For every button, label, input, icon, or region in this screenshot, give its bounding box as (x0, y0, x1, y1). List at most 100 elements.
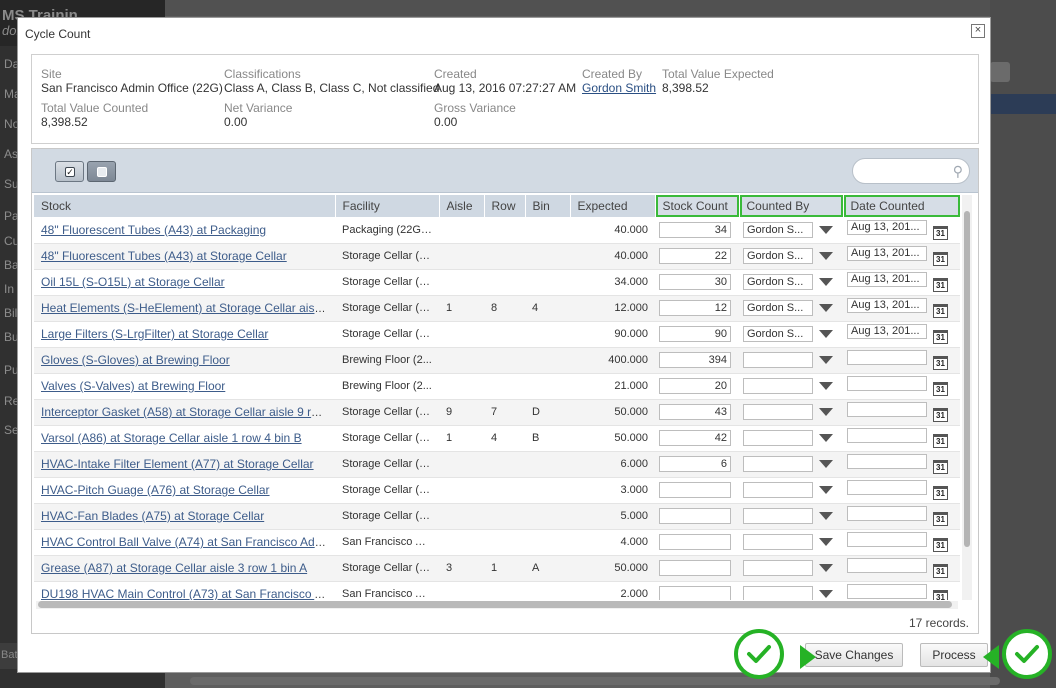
date-counted-field[interactable]: 31 (847, 584, 951, 600)
counted-by-select[interactable] (743, 351, 841, 369)
horizontal-scrollbar-thumb[interactable] (38, 601, 952, 608)
date-counted-field[interactable]: 31 (847, 376, 951, 396)
calendar-icon[interactable]: 31 (933, 538, 948, 552)
stock-count-input[interactable] (659, 221, 731, 238)
chevron-down-icon[interactable] (819, 330, 833, 338)
date-counted-value[interactable] (847, 480, 927, 495)
chevron-down-icon[interactable] (819, 590, 833, 598)
stock-link[interactable]: Interceptor Gasket (A58) at Storage Cell… (41, 405, 335, 419)
date-counted-field[interactable]: 31 (847, 428, 951, 448)
table-row[interactable]: Interceptor Gasket (A58) at Storage Cell… (34, 399, 960, 426)
stock-link[interactable]: Varsol (A86) at Storage Cellar aisle 1 r… (41, 431, 302, 445)
date-counted-value[interactable] (847, 454, 927, 469)
calendar-icon[interactable]: 31 (933, 225, 948, 240)
select-none-button[interactable] (87, 161, 116, 182)
column-header-row[interactable]: Row (484, 195, 526, 217)
column-header-counted-by[interactable]: Counted By (739, 195, 844, 217)
created-by-link[interactable]: Gordon Smith (582, 81, 656, 96)
table-row[interactable]: 48" Fluorescent Tubes (A43) at Storage C… (34, 243, 960, 270)
date-counted-field[interactable]: 31 (847, 454, 951, 474)
table-row[interactable]: Varsol (A86) at Storage Cellar aisle 1 r… (34, 425, 960, 452)
date-counted-value[interactable]: Aug 13, 201... (847, 219, 927, 235)
stock-link[interactable]: HVAC-Intake Filter Element (A77) at Stor… (41, 457, 314, 471)
stock-count-input[interactable] (659, 508, 731, 524)
chevron-down-icon[interactable] (819, 382, 833, 390)
stock-link[interactable]: Grease (A87) at Storage Cellar aisle 3 r… (41, 561, 307, 575)
stock-link[interactable]: 48" Fluorescent Tubes (A43) at Packaging (41, 223, 266, 237)
table-row[interactable]: HVAC-Fan Blades (A75) at Storage Cellar S… (34, 503, 960, 530)
stock-count-input[interactable] (659, 300, 731, 316)
table-row[interactable]: HVAC Control Ball Valve (A74) at San Fra… (34, 529, 960, 556)
chevron-down-icon[interactable] (819, 538, 833, 546)
date-counted-field[interactable]: Aug 13, 201... 31 (847, 298, 951, 318)
stock-count-input[interactable] (659, 586, 731, 600)
stock-count-input[interactable] (659, 430, 731, 446)
date-counted-value[interactable] (847, 376, 927, 391)
select-all-button[interactable]: ✓ (55, 161, 84, 182)
counted-by-select[interactable] (743, 403, 841, 421)
stock-link[interactable]: HVAC Control Ball Valve (A74) at San Fra… (41, 535, 335, 549)
calendar-icon[interactable]: 31 (933, 460, 948, 474)
counted-by-select[interactable] (743, 429, 841, 447)
counted-by-select[interactable] (743, 481, 841, 499)
counted-by-select[interactable] (743, 559, 841, 577)
date-counted-field[interactable]: 31 (847, 558, 951, 578)
date-counted-field[interactable]: Aug 13, 201... 31 (847, 272, 951, 292)
counted-by-select[interactable]: Gordon S... (743, 247, 841, 265)
chevron-down-icon[interactable] (819, 252, 833, 260)
chevron-down-icon[interactable] (819, 564, 833, 572)
counted-by-select[interactable]: Gordon S... (743, 299, 841, 317)
chevron-down-icon[interactable] (819, 486, 833, 494)
date-counted-value[interactable]: Aug 13, 201... (847, 324, 927, 339)
stock-link[interactable]: HVAC-Fan Blades (A75) at Storage Cellar (41, 509, 264, 523)
vertical-scrollbar-thumb[interactable] (964, 211, 970, 547)
calendar-icon[interactable]: 31 (933, 434, 948, 448)
calendar-icon[interactable]: 31 (933, 408, 948, 422)
date-counted-field[interactable]: 31 (847, 350, 951, 370)
grid-search-input[interactable]: ⚲ (852, 158, 970, 184)
date-counted-value[interactable] (847, 350, 927, 365)
chevron-down-icon[interactable] (819, 356, 833, 364)
counted-by-select[interactable] (743, 507, 841, 525)
date-counted-field[interactable]: Aug 13, 201... 31 (847, 219, 951, 240)
date-counted-field[interactable]: Aug 13, 201... 31 (847, 324, 951, 344)
chevron-down-icon[interactable] (819, 434, 833, 442)
stock-count-input[interactable] (659, 404, 731, 420)
chevron-down-icon[interactable] (819, 512, 833, 520)
column-header-stock-count[interactable]: Stock Count (655, 195, 740, 217)
date-counted-value[interactable]: Aug 13, 201... (847, 272, 927, 287)
table-row[interactable]: Gloves (S-Gloves) at Brewing Floor Brewin… (34, 347, 960, 374)
table-row[interactable]: Grease (A87) at Storage Cellar aisle 3 r… (34, 555, 960, 582)
table-row[interactable]: HVAC-Pitch Guage (A76) at Storage Cellar… (34, 477, 960, 504)
chevron-down-icon[interactable] (819, 408, 833, 416)
stock-count-input[interactable] (659, 326, 731, 342)
stock-link[interactable]: HVAC-Pitch Guage (A76) at Storage Cellar (41, 483, 270, 497)
table-row[interactable]: 48" Fluorescent Tubes (A43) at Packaging… (34, 217, 960, 244)
column-header-expected[interactable]: Expected (570, 195, 656, 217)
close-button[interactable]: × (971, 24, 985, 38)
counted-by-select[interactable]: Gordon S... (743, 221, 841, 239)
calendar-icon[interactable]: 31 (933, 512, 948, 526)
stock-count-input[interactable] (659, 534, 731, 550)
table-row[interactable]: Oil 15L (S-O15L) at Storage Cellar Storag… (34, 269, 960, 296)
date-counted-value[interactable] (847, 558, 927, 573)
date-counted-field[interactable]: 31 (847, 480, 951, 500)
counted-by-select[interactable] (743, 455, 841, 473)
date-counted-value[interactable]: Aug 13, 201... (847, 246, 927, 261)
chevron-down-icon[interactable] (819, 304, 833, 312)
date-counted-value[interactable] (847, 532, 927, 547)
calendar-icon[interactable]: 31 (933, 278, 948, 292)
date-counted-field[interactable]: Aug 13, 201... 31 (847, 246, 951, 266)
date-counted-value[interactable] (847, 506, 927, 521)
column-header-bin[interactable]: Bin (525, 195, 571, 217)
chevron-down-icon[interactable] (819, 225, 833, 234)
stock-link[interactable]: Large Filters (S-LrgFilter) at Storage C… (41, 327, 268, 341)
date-counted-value[interactable]: Aug 13, 201... (847, 298, 927, 313)
column-header-stock[interactable]: Stock (34, 195, 336, 217)
date-counted-value[interactable] (847, 428, 927, 443)
stock-link[interactable]: DU198 HVAC Main Control (A73) at San Fra… (41, 587, 335, 600)
calendar-icon[interactable]: 31 (933, 590, 948, 600)
column-header-date-counted[interactable]: Date Counted (843, 195, 960, 217)
stock-count-input[interactable] (659, 482, 731, 498)
table-row[interactable]: Valves (S-Valves) at Brewing Floor Brewin… (34, 373, 960, 400)
